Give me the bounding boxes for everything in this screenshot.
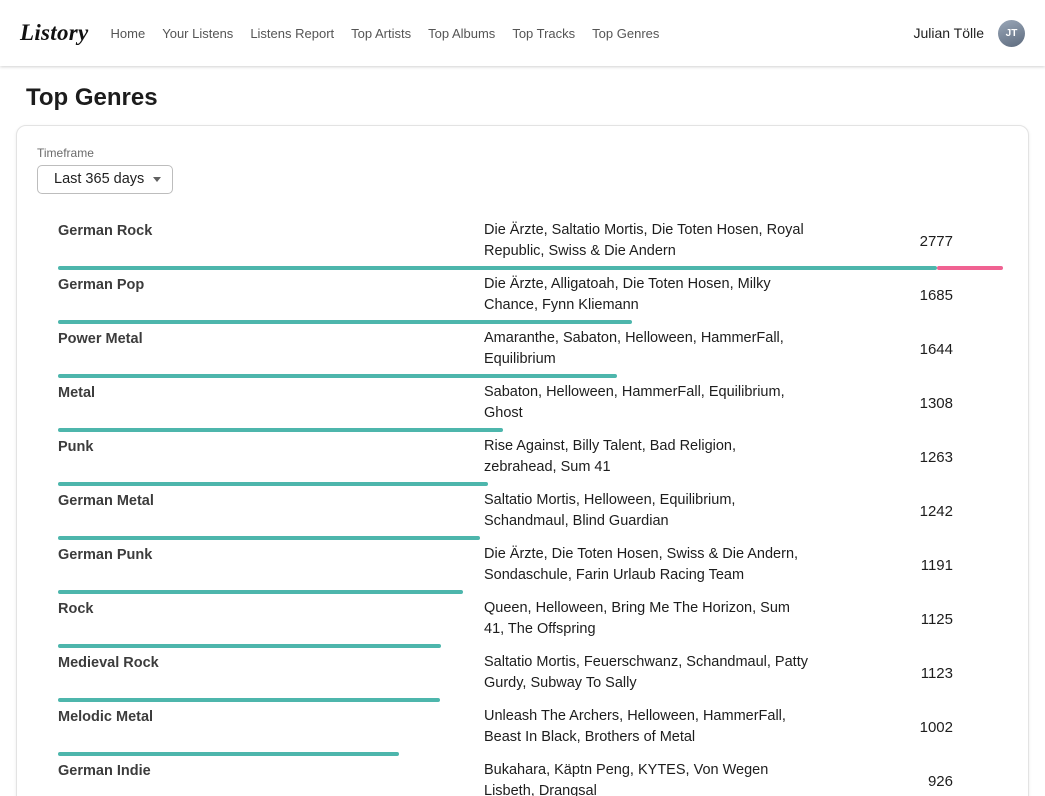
timeframe-value: Last 365 days <box>54 171 144 187</box>
nav-link-home[interactable]: Home <box>111 26 146 41</box>
timeframe-filter: Timeframe Last 365 days <box>37 146 1008 194</box>
genre-count: 1644 <box>812 341 1003 358</box>
genre-row: German Metal Saltatio Mortis, Helloween,… <box>58 490 1003 540</box>
genre-artists: Die Ärzte, Saltatio Mortis, Die Toten Ho… <box>484 220 812 262</box>
genre-bar <box>58 590 1003 594</box>
genre-row: Metal Sabaton, Helloween, HammerFall, Eq… <box>58 382 1003 432</box>
genre-artists: Sabaton, Helloween, HammerFall, Equilibr… <box>484 382 812 424</box>
genre-row: Power Metal Amaranthe, Sabaton, Hellowee… <box>58 328 1003 378</box>
genre-row: German Punk Die Ärzte, Die Toten Hosen, … <box>58 544 1003 594</box>
genre-name: Medieval Rock <box>58 652 484 674</box>
genre-bar-tail <box>937 266 1003 270</box>
genre-count: 1123 <box>812 665 1003 682</box>
genre-count: 1242 <box>812 503 1003 520</box>
nav-link-top-tracks[interactable]: Top Tracks <box>512 26 575 41</box>
genre-artists: Amaranthe, Sabaton, Helloween, HammerFal… <box>484 328 812 370</box>
user-area: Julian Tölle JT <box>913 20 1025 47</box>
genre-bar <box>58 266 1003 270</box>
main-nav: Home Your Listens Listens Report Top Artist… <box>111 26 660 41</box>
genre-count: 1125 <box>812 611 1003 628</box>
genre-bar <box>58 320 1003 324</box>
genre-bar <box>58 428 1003 432</box>
genre-name: German Metal <box>58 490 484 512</box>
page-title: Top Genres <box>26 84 1019 112</box>
genre-row: Melodic Metal Unleash The Archers, Hello… <box>58 706 1003 756</box>
genre-bar <box>58 698 1003 702</box>
genre-count: 1685 <box>812 287 1003 304</box>
genre-bar <box>58 752 1003 756</box>
genre-name: German Rock <box>58 220 484 242</box>
genre-count: 2777 <box>812 233 1003 250</box>
genre-name: Punk <box>58 436 484 458</box>
genre-count: 1191 <box>812 557 1003 574</box>
genre-bar-fill <box>58 482 488 486</box>
genre-bar-fill <box>58 320 632 324</box>
genre-row: German Rock Die Ärzte, Saltatio Mortis, … <box>58 220 1003 270</box>
genre-bar <box>58 374 1003 378</box>
genre-count: 1308 <box>812 395 1003 412</box>
genre-artists: Queen, Helloween, Bring Me The Horizon, … <box>484 598 812 640</box>
genre-row: Rock Queen, Helloween, Bring Me The Hori… <box>58 598 1003 648</box>
genre-bar <box>58 482 1003 486</box>
genre-name: German Pop <box>58 274 484 296</box>
page-content: Top Genres Timeframe Last 365 days Germa… <box>0 84 1045 796</box>
genre-row: Medieval Rock Saltatio Mortis, Feuerschw… <box>58 652 1003 702</box>
timeframe-select[interactable]: Last 365 days <box>37 165 173 194</box>
genre-row: Punk Rise Against, Billy Talent, Bad Rel… <box>58 436 1003 486</box>
genre-bar-fill <box>58 698 440 702</box>
genre-bar-fill <box>58 752 399 756</box>
genre-row: German Indie Bukahara, Käptn Peng, KYTES… <box>58 760 1003 796</box>
genre-list: German Rock Die Ärzte, Saltatio Mortis, … <box>58 220 1003 796</box>
app-logo[interactable]: Listory <box>20 20 89 46</box>
genre-artists: Die Ärzte, Alligatoah, Die Toten Hosen, … <box>484 274 812 316</box>
genre-bar <box>58 644 1003 648</box>
genre-artists: Saltatio Mortis, Helloween, Equilibrium,… <box>484 490 812 532</box>
genre-count: 926 <box>812 773 1003 790</box>
genre-bar-fill <box>58 536 480 540</box>
nav-link-top-artists[interactable]: Top Artists <box>351 26 411 41</box>
genre-count: 1002 <box>812 719 1003 736</box>
genre-name: Power Metal <box>58 328 484 350</box>
top-genres-card: Timeframe Last 365 days German Rock Die … <box>16 125 1029 796</box>
genre-name: German Indie <box>58 760 484 782</box>
genre-artists: Die Ärzte, Die Toten Hosen, Swiss & Die … <box>484 544 812 586</box>
timeframe-label: Timeframe <box>37 146 1008 160</box>
genre-artists: Rise Against, Billy Talent, Bad Religion… <box>484 436 812 478</box>
genre-name: German Punk <box>58 544 484 566</box>
genre-bar <box>58 536 1003 540</box>
nav-link-top-albums[interactable]: Top Albums <box>428 26 495 41</box>
genre-row: German Pop Die Ärzte, Alligatoah, Die To… <box>58 274 1003 324</box>
genre-bar-fill <box>58 644 441 648</box>
genre-artists: Unleash The Archers, Helloween, HammerFa… <box>484 706 812 748</box>
genre-artists: Bukahara, Käptn Peng, KYTES, Von Wegen L… <box>484 760 812 796</box>
genre-bar-fill <box>58 428 503 432</box>
genre-artists: Saltatio Mortis, Feuerschwanz, Schandmau… <box>484 652 812 694</box>
genre-name: Metal <box>58 382 484 404</box>
genre-count: 1263 <box>812 449 1003 466</box>
app-bar: Listory Home Your Listens Listens Report To… <box>0 0 1045 66</box>
genre-name: Rock <box>58 598 484 620</box>
chevron-down-icon <box>153 177 161 182</box>
genre-name: Melodic Metal <box>58 706 484 728</box>
genre-bar-fill <box>58 374 617 378</box>
user-name: Julian Tölle <box>913 25 984 41</box>
genre-bar-fill <box>58 266 937 270</box>
nav-link-listens-report[interactable]: Listens Report <box>250 26 334 41</box>
nav-link-top-genres[interactable]: Top Genres <box>592 26 659 41</box>
genre-bar-fill <box>58 590 463 594</box>
user-avatar[interactable]: JT <box>998 20 1025 47</box>
nav-link-your-listens[interactable]: Your Listens <box>162 26 233 41</box>
